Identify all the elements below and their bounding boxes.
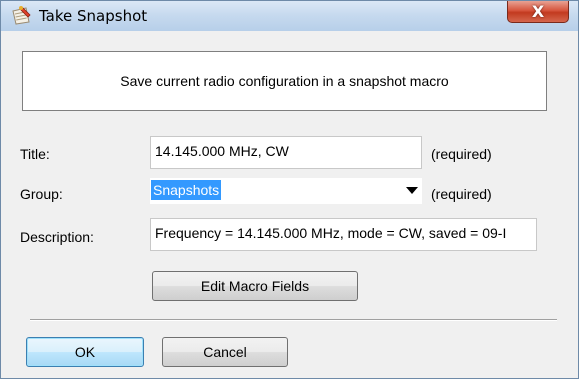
group-required-hint: (required) [431, 186, 492, 202]
chevron-down-icon[interactable] [406, 187, 418, 194]
ok-button[interactable]: OK [26, 337, 144, 367]
snapshot-app-icon [10, 6, 32, 26]
dialog-body: Save current radio configuration in a sn… [9, 31, 570, 372]
cancel-button[interactable]: Cancel [162, 337, 288, 367]
group-dropdown[interactable]: Snapshots [150, 178, 422, 204]
title-input[interactable]: 14.145.000 MHz, CW [150, 136, 422, 169]
take-snapshot-dialog: Take Snapshot X Save current radio confi… [0, 0, 579, 379]
title-bar[interactable]: Take Snapshot X [1, 1, 578, 31]
title-required-hint: (required) [431, 146, 492, 162]
description-input[interactable]: Frequency = 14.145.000 MHz, mode = CW, s… [150, 218, 537, 251]
description-banner: Save current radio configuration in a sn… [22, 51, 547, 111]
banner-text: Save current radio configuration in a sn… [120, 73, 449, 89]
group-label: Group: [20, 186, 63, 202]
title-input-value: 14.145.000 MHz, CW [155, 143, 289, 159]
description-label: Description: [20, 229, 94, 245]
title-label: Title: [20, 146, 50, 162]
edit-macro-fields-button[interactable]: Edit Macro Fields [152, 271, 358, 301]
close-button[interactable]: X [507, 1, 569, 23]
description-input-value: Frequency = 14.145.000 MHz, mode = CW, s… [155, 225, 507, 241]
group-selected-value: Snapshots [151, 180, 222, 200]
close-icon: X [531, 2, 545, 21]
window-title: Take Snapshot [39, 7, 148, 25]
separator [30, 319, 557, 321]
